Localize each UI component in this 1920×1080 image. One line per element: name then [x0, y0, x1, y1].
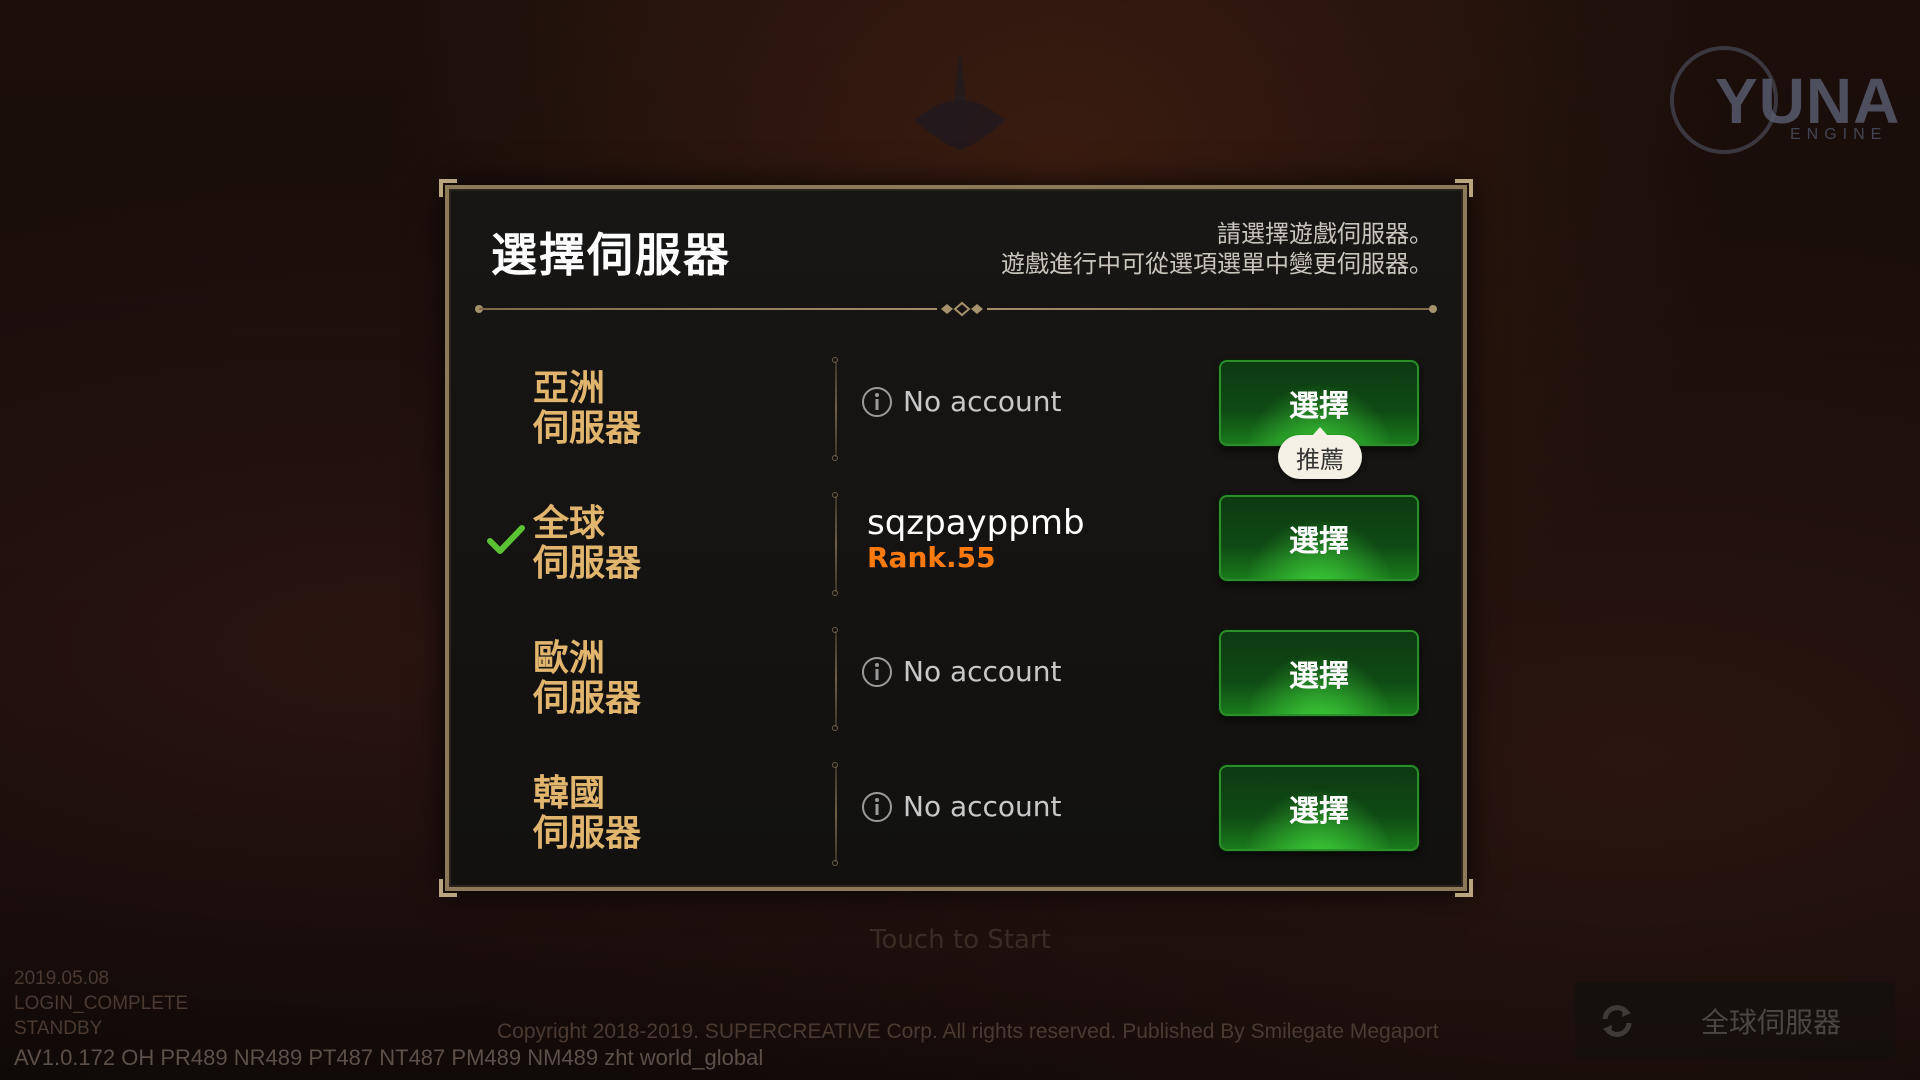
dialog-title: 選擇伺服器 — [491, 228, 731, 282]
column-separator — [832, 492, 838, 596]
copyright-text: Copyright 2018-2019. SUPERCREATIVE Corp.… — [497, 1020, 1439, 1043]
current-server-button[interactable]: 全球伺服器 — [1575, 982, 1895, 1060]
refresh-icon — [1602, 1005, 1632, 1037]
info-icon — [862, 656, 892, 687]
checkmark-icon — [487, 525, 525, 554]
server-name: 亞洲 伺服器 — [533, 369, 733, 449]
touch-to-start-text: Touch to Start — [870, 925, 1051, 955]
server-name: 歐洲 伺服器 — [533, 639, 733, 719]
account-status: No account — [861, 385, 1062, 418]
server-name: 全球 伺服器 — [533, 504, 733, 584]
logo-subtext: ENGINE — [1790, 126, 1888, 143]
column-separator — [832, 762, 838, 866]
info-icon — [862, 386, 892, 417]
server-row-global: 全球 伺服器 sqzpayppmb Rank.55 選擇 — [449, 484, 1463, 619]
server-name-line2: 伺服器 — [533, 408, 642, 449]
background-emblem — [915, 50, 1005, 150]
account-status-text: No account — [903, 385, 1062, 418]
rank-label: Rank.55 — [867, 541, 996, 574]
column-separator — [832, 627, 838, 731]
server-name-line2: 伺服器 — [533, 543, 642, 584]
dialog-hint: 請選擇遊戲伺服器。 遊戲進行中可從選項選單中變更伺服器。 — [1001, 219, 1433, 279]
status-line: LOGIN_COMPLETE — [14, 993, 189, 1014]
server-row-korea: 韓國 伺服器 No account 選擇 — [449, 754, 1463, 889]
account-status-text: No account — [903, 790, 1062, 823]
debug-status: 2019.05.08 LOGIN_COMPLETE STANDBY — [14, 966, 188, 1041]
server-name-line1: 歐洲 — [533, 638, 606, 679]
version-info: AV1.0.172 OH PR489 NR489 PT487 NT487 PM4… — [14, 1045, 764, 1070]
corner-ornament — [1455, 179, 1473, 197]
account-status: No account — [861, 655, 1062, 688]
current-server-label: 全球伺服器 — [1701, 1006, 1842, 1039]
hint-line-1: 請選擇遊戲伺服器。 — [1217, 220, 1433, 248]
select-button-korea[interactable]: 選擇 — [1219, 765, 1419, 851]
server-name: 韓國 伺服器 — [533, 774, 733, 854]
recommended-badge: 推薦 — [1278, 427, 1362, 479]
username: sqzpayppmb — [867, 503, 1085, 543]
select-button-global[interactable]: 選擇 — [1219, 495, 1419, 581]
status-line: 2019.05.08 — [14, 968, 110, 989]
divider-ornament-icon — [937, 300, 987, 318]
server-name-line2: 伺服器 — [533, 813, 642, 854]
server-row-asia: 亞洲 伺服器 No account 選擇 推薦 — [449, 349, 1463, 484]
account-status-text: No account — [903, 655, 1062, 688]
select-button-europe[interactable]: 選擇 — [1219, 630, 1419, 716]
server-select-dialog: 選擇伺服器 請選擇遊戲伺服器。 遊戲進行中可從選項選單中變更伺服器。 亞洲 伺服… — [439, 179, 1473, 897]
account-status: No account — [861, 790, 1062, 823]
server-name-line1: 亞洲 — [533, 368, 606, 409]
game-logo: YUNA ENGINE — [1670, 38, 1900, 158]
hint-line-2: 遊戲進行中可從選項選單中變更伺服器。 — [1001, 250, 1433, 278]
corner-ornament — [439, 179, 457, 197]
server-name-line1: 全球 — [533, 503, 606, 544]
server-name-line1: 韓國 — [533, 773, 606, 814]
info-icon — [862, 791, 892, 822]
server-row-europe: 歐洲 伺服器 No account 選擇 — [449, 619, 1463, 754]
account-info: sqzpayppmb Rank.55 — [867, 504, 1085, 574]
divider-dot — [1429, 305, 1437, 313]
server-name-line2: 伺服器 — [533, 678, 642, 719]
column-separator — [832, 357, 838, 461]
status-line: STANDBY — [14, 1018, 103, 1039]
